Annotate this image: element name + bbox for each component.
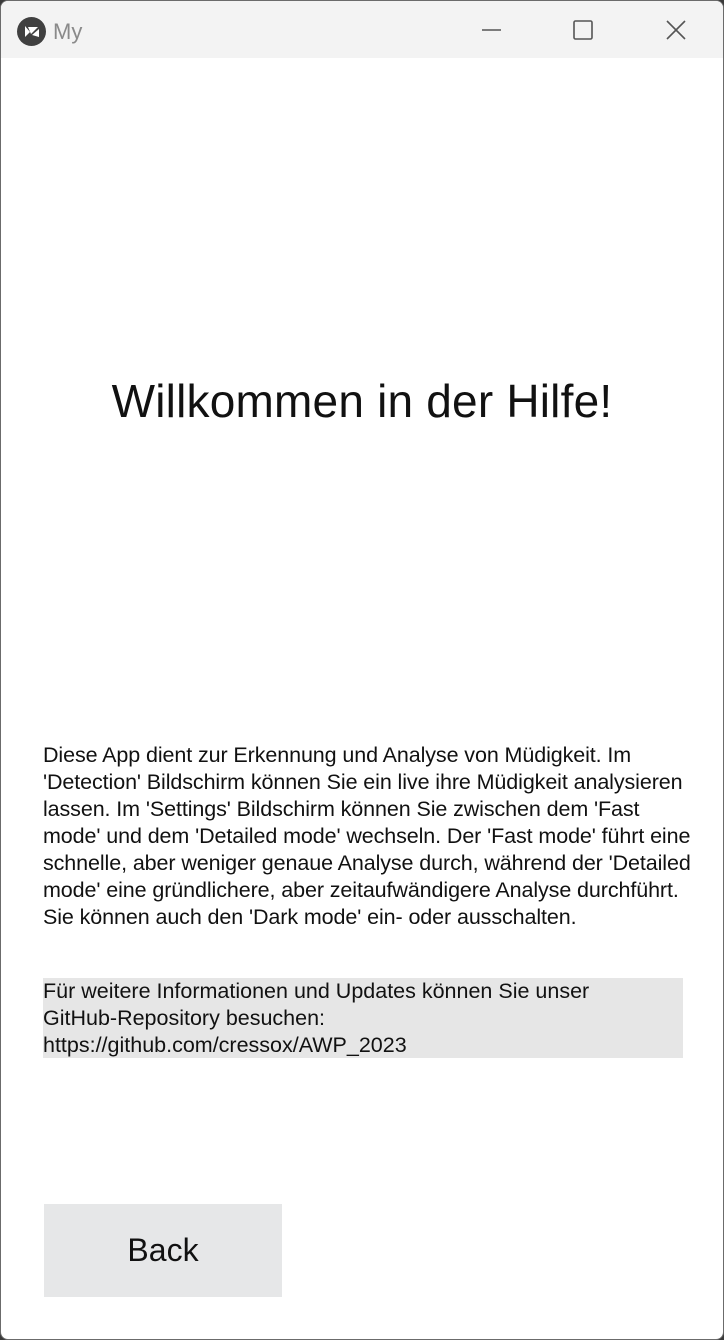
maximize-icon xyxy=(573,20,593,40)
window-title: My xyxy=(53,19,83,44)
help-description: Diese App dient zur Erkennung und Analys… xyxy=(43,743,691,929)
title-bar[interactable]: My xyxy=(1,1,723,58)
info-box: Für weitere Informationen und Updates kö… xyxy=(43,978,683,1058)
info-text: Für weitere Informationen und Updates kö… xyxy=(43,979,590,1057)
app-logo-icon xyxy=(17,17,46,46)
close-icon xyxy=(666,20,686,40)
minimize-button[interactable] xyxy=(445,1,537,58)
maximize-button[interactable] xyxy=(537,1,629,58)
app-window: My Willkommen in der Hilfe! Diese App di… xyxy=(0,0,724,1340)
close-button[interactable] xyxy=(629,1,721,58)
page-title: Willkommen in der Hilfe! xyxy=(111,375,613,427)
minimize-icon xyxy=(482,29,501,31)
back-button[interactable]: Back xyxy=(44,1204,282,1297)
